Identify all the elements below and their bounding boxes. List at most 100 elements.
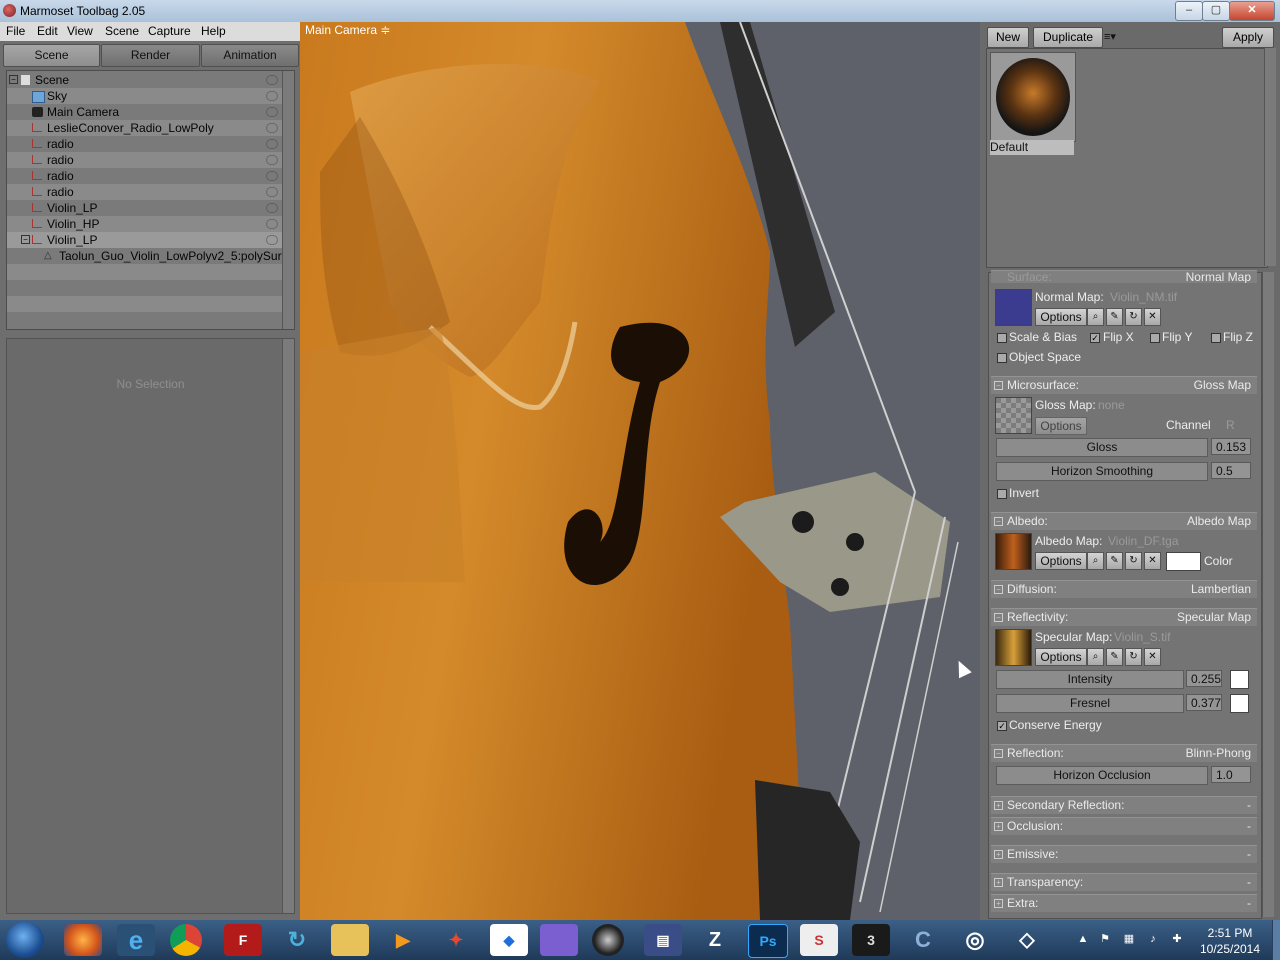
visibility-eye-icon[interactable]	[266, 155, 278, 165]
start-button[interactable]	[6, 922, 44, 958]
browse-icon[interactable]: ⌕	[1087, 552, 1104, 570]
gloss-slider[interactable]: Gloss	[996, 438, 1208, 457]
menu-view[interactable]: View	[67, 24, 93, 38]
material-thumbnail[interactable]	[990, 52, 1076, 142]
clear-icon[interactable]: ✕	[1144, 552, 1161, 570]
gloss-map-options-button[interactable]: Options	[1035, 417, 1087, 435]
system-clock[interactable]: 2:51 PM 10/25/2014	[1190, 925, 1270, 957]
tab-scene[interactable]: Scene	[3, 44, 100, 67]
browse-icon[interactable]: ⌕	[1087, 308, 1104, 326]
fresnel-slider[interactable]: Fresnel	[996, 694, 1184, 713]
minimize-button[interactable]: –	[1175, 1, 1203, 21]
title-bar[interactable]: Marmoset Toolbag 2.05 – ▢ ✕	[0, 0, 1280, 23]
channel-value[interactable]: R	[1226, 418, 1235, 432]
firefox-icon[interactable]	[64, 924, 102, 956]
tree-row-violin-lp-selected[interactable]: − Violin_LP	[7, 232, 282, 248]
intensity-color-swatch[interactable]	[1230, 670, 1249, 689]
transparency-section-header[interactable]: + Transparency: -	[991, 873, 1257, 891]
3d-viewport[interactable]	[300, 22, 980, 920]
diffusion-section-header[interactable]: − Diffusion: Lambertian	[991, 580, 1257, 598]
albedo-map-thumbnail[interactable]	[995, 533, 1032, 570]
tree-scrollbar[interactable]	[282, 71, 294, 329]
maximize-button[interactable]: ▢	[1202, 1, 1230, 21]
specular-map-options-button[interactable]: Options	[1035, 648, 1087, 666]
close-button[interactable]: ✕	[1229, 1, 1275, 21]
collapse-toggle-icon[interactable]: −	[9, 75, 18, 84]
visibility-eye-icon[interactable]	[266, 107, 278, 117]
tree-row-radio-lowpoly[interactable]: LeslieConover_Radio_LowPoly	[7, 120, 282, 136]
c-app-icon[interactable]: C	[904, 924, 942, 956]
albedo-color-swatch[interactable]	[1166, 552, 1201, 571]
visibility-eye-icon[interactable]	[266, 203, 278, 213]
tree-row-main-camera[interactable]: Main Camera	[7, 104, 282, 120]
menu-file[interactable]: File	[6, 24, 25, 38]
flag-icon[interactable]: ⚑	[1098, 932, 1112, 946]
file-explorer-icon[interactable]	[331, 924, 369, 956]
zbrush-icon[interactable]: Z	[696, 924, 734, 956]
media-player-icon[interactable]: ▶	[384, 924, 422, 956]
object-space-checkbox[interactable]	[997, 353, 1007, 363]
show-desktop-button[interactable]	[1272, 920, 1280, 960]
shield-icon[interactable]: ✚	[1170, 932, 1184, 946]
chrome-icon[interactable]	[170, 924, 202, 956]
tree-row-violin-hp[interactable]: Violin_HP	[7, 216, 282, 232]
menu-scene[interactable]: Scene	[105, 24, 139, 38]
material-properties-scrollbar[interactable]	[1262, 272, 1274, 917]
editor-icon[interactable]: ▤	[644, 924, 682, 956]
microsurface-section-header[interactable]: − Microsurface: Gloss Map	[991, 376, 1257, 394]
visibility-eye-icon[interactable]	[266, 91, 278, 101]
gloss-value-field[interactable]: 0.153	[1211, 438, 1251, 455]
secondary-reflection-section-header[interactable]: + Secondary Reflection: -	[991, 796, 1257, 814]
material-library-scrollbar[interactable]	[1264, 48, 1276, 266]
reflection-section-header[interactable]: − Reflection: Blinn-Phong	[991, 744, 1257, 762]
tree-row-violin-lp[interactable]: Violin_LP	[7, 200, 282, 216]
fresnel-color-swatch[interactable]	[1230, 694, 1249, 713]
intensity-value-field[interactable]: 0.255	[1186, 670, 1222, 687]
tab-animation[interactable]: Animation	[201, 44, 299, 67]
fresnel-value-field[interactable]: 0.377	[1186, 694, 1222, 711]
menu-capture[interactable]: Capture	[148, 24, 191, 38]
menu-edit[interactable]: Edit	[37, 24, 58, 38]
new-material-button[interactable]: New	[987, 27, 1029, 48]
material-name-label[interactable]: Default	[990, 140, 1074, 155]
occlusion-section-header[interactable]: + Occlusion: -	[991, 817, 1257, 835]
substance-icon[interactable]: S	[800, 924, 838, 956]
network-icon[interactable]: ▦	[1122, 932, 1136, 946]
specular-map-thumbnail[interactable]	[995, 629, 1032, 666]
normal-map-options-button[interactable]: Options	[1035, 308, 1087, 326]
scale-bias-checkbox[interactable]	[997, 333, 1007, 343]
horizon-smoothing-slider[interactable]: Horizon Smoothing	[996, 462, 1208, 481]
properties-scrollbar[interactable]	[282, 339, 294, 913]
normal-map-thumbnail[interactable]	[995, 289, 1032, 326]
visibility-eye-icon[interactable]	[266, 187, 278, 197]
visibility-eye-icon[interactable]	[266, 219, 278, 229]
tree-row-sky[interactable]: Sky	[7, 88, 282, 104]
invert-checkbox[interactable]	[997, 489, 1007, 499]
apply-material-button[interactable]: Apply	[1222, 27, 1274, 48]
edit-icon[interactable]: ✎	[1106, 648, 1123, 666]
intensity-slider[interactable]: Intensity	[996, 670, 1184, 689]
photoshop-icon[interactable]: Ps	[748, 924, 788, 958]
horizon-smoothing-value-field[interactable]: 0.5	[1211, 462, 1251, 479]
menu-help[interactable]: Help	[201, 24, 226, 38]
visibility-eye-icon[interactable]	[266, 123, 278, 133]
tree-row-radio[interactable]: radio	[7, 168, 282, 184]
edit-icon[interactable]: ✎	[1106, 552, 1123, 570]
reload-icon[interactable]: ↻	[1125, 552, 1142, 570]
internet-explorer-icon[interactable]: e	[117, 924, 155, 956]
horizon-occlusion-slider[interactable]: Horizon Occlusion	[996, 766, 1208, 785]
reload-icon[interactable]: ↻	[1125, 648, 1142, 666]
material-menu-icon[interactable]: ≡▾	[1104, 30, 1116, 43]
dropbox-icon[interactable]: ◆	[490, 924, 528, 956]
clear-icon[interactable]: ✕	[1144, 308, 1161, 326]
extra-section-header[interactable]: + Extra: -	[991, 894, 1257, 912]
flip-x-checkbox[interactable]: ✓	[1090, 333, 1100, 343]
edit-icon[interactable]: ✎	[1106, 308, 1123, 326]
flip-y-checkbox[interactable]	[1150, 333, 1160, 343]
tree-row-radio[interactable]: radio	[7, 184, 282, 200]
diamond-app-icon[interactable]: ◇	[1008, 924, 1046, 956]
flip-z-checkbox[interactable]	[1211, 333, 1221, 343]
duplicate-material-button[interactable]: Duplicate	[1033, 27, 1103, 48]
filezilla-icon[interactable]: F	[224, 924, 262, 956]
reload-icon[interactable]: ↻	[1125, 308, 1142, 326]
